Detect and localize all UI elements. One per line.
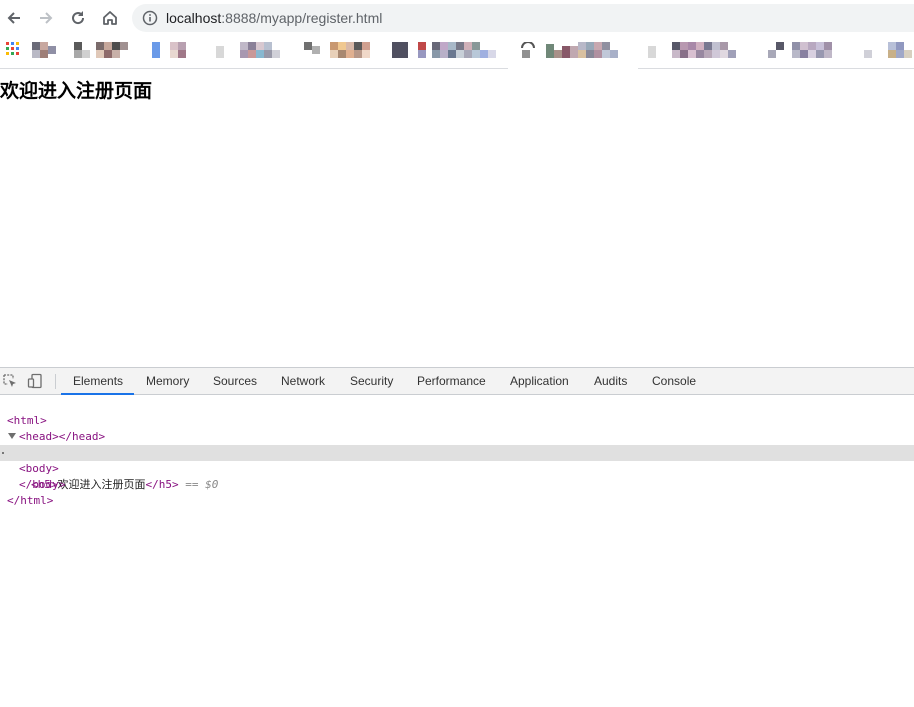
dom-node-head[interactable]: <head></head> xyxy=(0,413,914,443)
forward-button[interactable] xyxy=(34,6,58,30)
bookmark-item[interactable] xyxy=(152,42,194,58)
home-icon xyxy=(103,11,117,25)
forward-arrow-icon xyxy=(40,12,53,24)
tab-application[interactable]: Application xyxy=(510,368,569,395)
bookmark-item[interactable] xyxy=(768,42,844,58)
expand-triangle-icon[interactable] xyxy=(8,433,16,439)
reload-button[interactable] xyxy=(66,6,90,30)
tab-security[interactable]: Security xyxy=(350,368,393,395)
devtools-tabbar: Elements Memory Sources Network Security… xyxy=(0,368,914,395)
tab-memory[interactable]: Memory xyxy=(146,368,189,395)
url-host: localhost xyxy=(166,10,222,26)
bookmark-item[interactable] xyxy=(392,42,506,58)
bookmarks-divider xyxy=(638,68,914,69)
devtools-panel: Elements Memory Sources Network Security… xyxy=(0,367,914,707)
bookmark-item[interactable] xyxy=(304,42,378,58)
device-toolbar-icon[interactable] xyxy=(27,373,43,389)
tabbar-separator xyxy=(55,374,56,389)
tab-audits[interactable]: Audits xyxy=(594,368,627,395)
bookmark-item[interactable] xyxy=(648,42,754,58)
bookmark-item[interactable] xyxy=(862,42,914,58)
tab-console[interactable]: Console xyxy=(652,368,696,395)
tab-network[interactable]: Network xyxy=(281,368,325,395)
tab-sources[interactable]: Sources xyxy=(213,368,257,395)
bookmark-item[interactable] xyxy=(216,42,290,58)
url-text[interactable]: localhost:8888/myapp/register.html xyxy=(166,10,382,26)
info-icon[interactable] xyxy=(142,10,158,26)
node-ellipsis-icon[interactable] xyxy=(2,452,4,454)
back-button[interactable] xyxy=(2,6,26,30)
bookmark-item[interactable] xyxy=(74,42,130,58)
page-heading: 欢迎进入注册页面 xyxy=(0,80,153,102)
back-arrow-icon xyxy=(7,12,20,24)
active-tab-indicator xyxy=(61,393,134,395)
inspect-element-icon[interactable] xyxy=(2,373,18,389)
bookmark-item[interactable] xyxy=(520,42,628,58)
html-close-tag: </html> xyxy=(7,494,54,507)
tab-elements[interactable]: Elements xyxy=(73,368,123,395)
tab-performance[interactable]: Performance xyxy=(417,368,486,395)
url-path: :8888/myapp/register.html xyxy=(221,10,383,26)
dom-node-h5-selected[interactable]: <h5>欢迎进入注册页面</h5> == $0 xyxy=(0,445,914,491)
reload-icon xyxy=(72,11,85,25)
dom-node-html[interactable]: <html> xyxy=(0,397,914,427)
dom-node-html-close[interactable]: </html> xyxy=(0,477,914,507)
apps-grid-icon[interactable] xyxy=(6,42,20,56)
bookmarks-divider xyxy=(0,68,508,69)
address-bar[interactable]: localhost:8888/myapp/register.html xyxy=(132,4,914,32)
browser-toolbar: localhost:8888/myapp/register.html xyxy=(0,0,914,36)
dom-node-body[interactable]: <body> xyxy=(0,429,914,475)
home-button[interactable] xyxy=(98,6,122,30)
bookmark-item[interactable] xyxy=(32,42,58,58)
dom-node-body-close[interactable]: </body> xyxy=(0,461,914,491)
